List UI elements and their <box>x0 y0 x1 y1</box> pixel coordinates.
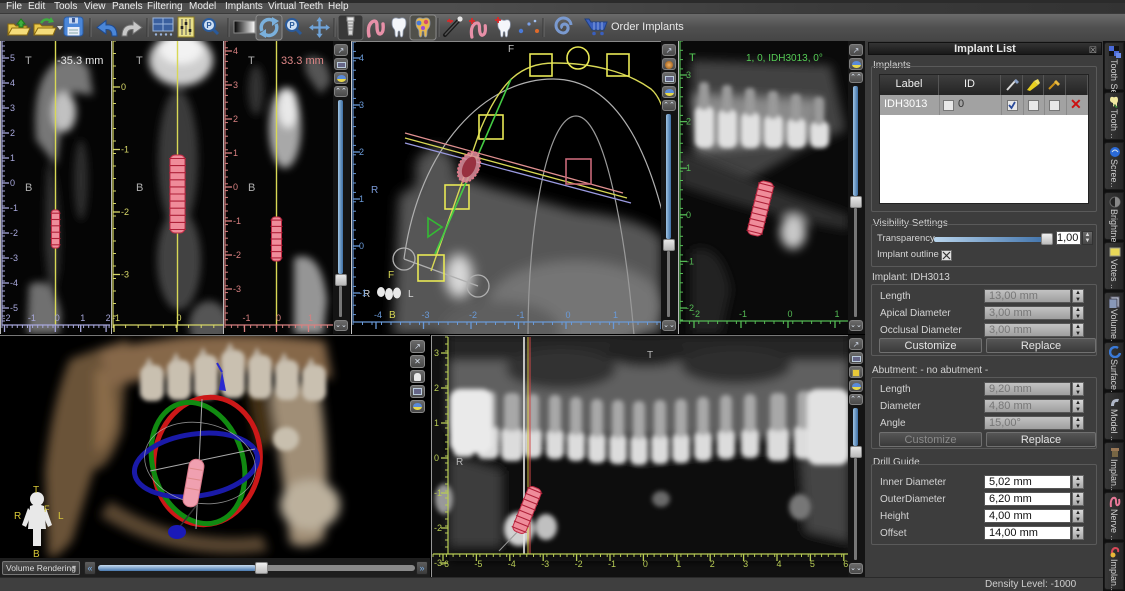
svg-text:-1: -1 <box>516 310 524 320</box>
svg-text:-3: -3 <box>541 559 549 569</box>
svg-text:-3: -3 <box>421 310 429 320</box>
svg-text:0: 0 <box>686 210 691 220</box>
svg-text:F: F <box>44 504 50 514</box>
svg-text:R: R <box>14 511 21 522</box>
svg-text:-4: -4 <box>374 310 382 320</box>
svg-text:2: 2 <box>106 313 110 323</box>
svg-text:1: 1 <box>80 313 85 323</box>
svg-text:4: 4 <box>776 559 781 569</box>
svg-text:P: P <box>206 21 212 30</box>
svg-text:3: 3 <box>743 559 748 569</box>
svg-text:3: 3 <box>359 100 364 110</box>
svg-text:R: R <box>456 457 463 468</box>
svg-text:R: R <box>371 185 378 196</box>
svg-text:-1: -1 <box>434 488 442 498</box>
svg-text:5: 5 <box>810 559 815 569</box>
svg-text:0: 0 <box>359 241 364 251</box>
svg-text:T: T <box>25 55 32 67</box>
svg-text:-1: -1 <box>242 313 250 323</box>
svg-text:-1: -1 <box>112 313 120 323</box>
svg-text:1, 0, IDH3013, 0°: 1, 0, IDH3013, 0° <box>746 53 823 64</box>
svg-text:1: 1 <box>676 559 681 569</box>
svg-text:2: 2 <box>10 128 15 138</box>
svg-text:1: 1 <box>359 194 364 204</box>
svg-text:2: 2 <box>686 117 691 127</box>
svg-text:-1: -1 <box>359 288 367 298</box>
svg-text:-3: -3 <box>10 253 18 263</box>
svg-text:T: T <box>248 55 255 67</box>
svg-text:F: F <box>388 270 394 281</box>
svg-text:0: 0 <box>434 453 439 463</box>
svg-text:4: 4 <box>233 46 238 56</box>
svg-text:B: B <box>389 310 396 321</box>
svg-text:3: 3 <box>686 70 691 80</box>
svg-text:0: 0 <box>276 313 281 323</box>
svg-text:L: L <box>58 511 64 522</box>
svg-text:B: B <box>248 182 255 194</box>
svg-text:-1: -1 <box>608 559 616 569</box>
svg-text:B: B <box>136 182 143 194</box>
svg-text:0: 0 <box>176 313 181 323</box>
svg-text:4: 4 <box>359 53 364 63</box>
svg-text:-4: -4 <box>508 559 516 569</box>
svg-text:3: 3 <box>10 103 15 113</box>
svg-text:2: 2 <box>710 559 715 569</box>
svg-text:2: 2 <box>359 147 364 157</box>
svg-text:-2: -2 <box>434 523 442 533</box>
svg-text:-2: -2 <box>692 309 700 319</box>
svg-text:L: L <box>408 289 414 300</box>
svg-text:-1: -1 <box>686 256 694 266</box>
svg-text:0: 0 <box>233 182 238 192</box>
svg-text:-3: -3 <box>233 284 241 294</box>
svg-text:0: 0 <box>121 82 126 92</box>
svg-text:-5: -5 <box>474 559 482 569</box>
svg-text:3: 3 <box>233 80 238 90</box>
svg-text:-1: -1 <box>121 145 129 155</box>
svg-text:-1: -1 <box>233 216 241 226</box>
svg-text:1: 1 <box>834 309 839 319</box>
svg-text:0: 0 <box>55 313 60 323</box>
svg-text:-1: -1 <box>739 309 747 319</box>
svg-text:1: 1 <box>613 310 618 320</box>
svg-text:0: 0 <box>787 309 792 319</box>
svg-text:2: 2 <box>434 383 439 393</box>
svg-text:0: 0 <box>10 178 15 188</box>
svg-text:3: 3 <box>434 348 439 358</box>
svg-text:-1: -1 <box>28 313 36 323</box>
svg-text:0: 0 <box>643 559 648 569</box>
svg-text:-2: -2 <box>233 250 241 260</box>
svg-text:-2: -2 <box>121 207 129 217</box>
svg-text:1: 1 <box>233 148 238 158</box>
svg-text:1: 1 <box>10 153 15 163</box>
svg-text:-2: -2 <box>2 313 10 323</box>
svg-text:T: T <box>33 485 39 496</box>
svg-text:F: F <box>508 44 514 55</box>
svg-text:0: 0 <box>565 310 570 320</box>
svg-text:1: 1 <box>308 313 313 323</box>
svg-text:-2: -2 <box>10 228 18 238</box>
svg-text:-2: -2 <box>469 310 477 320</box>
svg-text:-1: -1 <box>10 203 18 213</box>
svg-text:1: 1 <box>686 163 691 173</box>
svg-text:2: 2 <box>233 114 238 124</box>
svg-text:P: P <box>289 21 295 30</box>
svg-text:T: T <box>647 350 653 361</box>
svg-text:B: B <box>25 182 32 194</box>
svg-text:-5: -5 <box>10 303 18 313</box>
svg-text:4: 4 <box>10 78 15 88</box>
svg-text:-4: -4 <box>10 278 18 288</box>
svg-text:-3: -3 <box>121 270 129 280</box>
svg-text:33.3 mm: 33.3 mm <box>281 55 324 67</box>
svg-text:-2: -2 <box>575 559 583 569</box>
svg-text:-6: -6 <box>441 559 449 569</box>
svg-text:5: 5 <box>10 53 15 63</box>
svg-text:1: 1 <box>434 418 439 428</box>
svg-text:-35.3 mm: -35.3 mm <box>57 55 103 67</box>
svg-text:T: T <box>689 52 696 64</box>
svg-text:T: T <box>136 55 143 67</box>
